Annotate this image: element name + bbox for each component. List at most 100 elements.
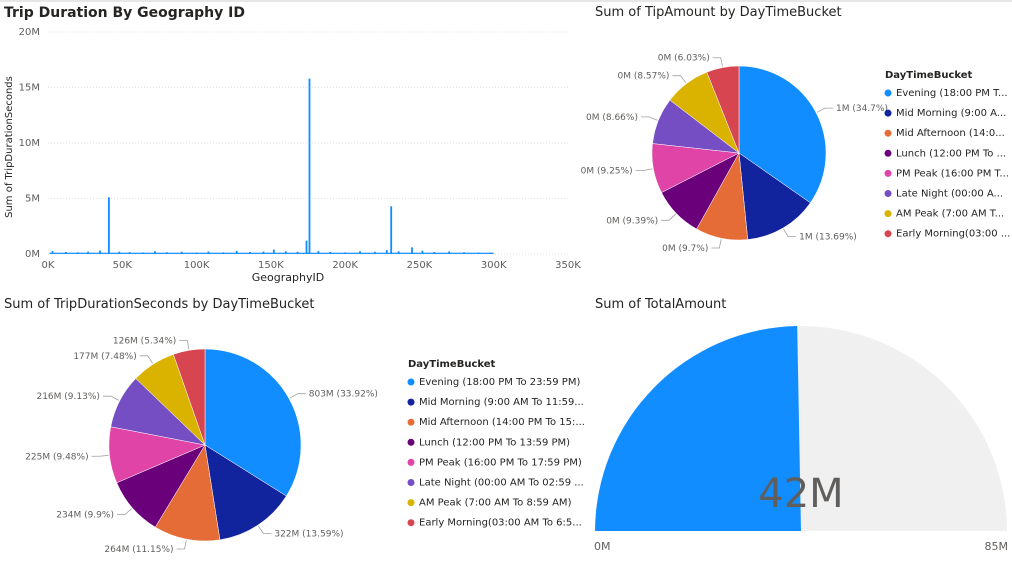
data-label: 225M (9.48%): [25, 452, 88, 462]
leader-line: [661, 213, 676, 221]
data-bar: [180, 251, 183, 254]
legend-item: Lunch (12:00 PM To ...: [896, 148, 1006, 159]
leader-line: [816, 107, 834, 113]
leader-line: [711, 239, 722, 249]
data-bar: [477, 252, 480, 254]
data-bar: [308, 78, 311, 255]
legend-item: Late Night (00:00 AM To 02:59 ...: [419, 478, 584, 489]
legend-marker: [884, 190, 892, 197]
x-tick-label: 250K: [407, 260, 433, 271]
legend-marker: [884, 230, 892, 238]
legend-marker: [407, 499, 415, 507]
legend-marker: [407, 418, 415, 426]
data-label: 264M (11.15%): [104, 545, 173, 555]
data-bar: [463, 252, 465, 254]
data-label: 0M (9.39%): [606, 216, 658, 226]
y-tick-label: 5M: [25, 194, 40, 205]
data-bar: [272, 249, 275, 254]
gauge-value: 42M: [758, 471, 843, 517]
legend-item: AM Peak (7:00 AM To 8:59 AM): [419, 498, 572, 509]
y-axis-label: Sum of TripDurationSeconds: [4, 76, 15, 218]
data-bar: [344, 252, 347, 254]
total-amount-gauge: 42M 0M 85M: [590, 326, 1012, 571]
leader-line: [712, 57, 723, 67]
data-bar: [249, 252, 251, 254]
data-bar: [222, 252, 225, 254]
data-label: 322M (13.59%): [274, 529, 343, 539]
x-tick-label: 200K: [332, 260, 358, 271]
data-label: 0M (8.57%): [617, 72, 669, 82]
data-bar: [195, 252, 198, 254]
data-bar: [421, 250, 424, 254]
legend-item: Mid Morning (9:00 A...: [896, 108, 1006, 119]
x-axis-label: GeographyID: [252, 271, 324, 284]
leader-line: [289, 393, 306, 399]
data-label: 177M (7.48%): [73, 352, 136, 362]
legend-item: Mid Afternoon (14:00 PM To 15:...: [419, 417, 585, 428]
trip-seconds-visual[interactable]: Sum of TripDurationSeconds by DayTimeBuc…: [0, 292, 585, 572]
leader-line: [179, 340, 190, 350]
legend-marker: [407, 479, 415, 486]
data-label: 126M (5.34%): [113, 336, 176, 346]
legend-item: Early Morning(03:00 AM To 6:5...: [419, 518, 582, 529]
data-bar: [433, 252, 436, 254]
data-bar: [489, 252, 492, 254]
legend-title: DayTimeBucket: [408, 359, 496, 370]
leader-line: [783, 228, 797, 238]
legend-marker: [884, 129, 892, 137]
x-tick-label: 50K: [113, 260, 133, 271]
data-label: 234M (9.9%): [56, 511, 114, 521]
legend-item: PM Peak (16:00 PM T...: [896, 168, 1009, 179]
legend-marker: [884, 169, 892, 177]
data-label: 803M (33.92%): [309, 390, 378, 400]
y-tick-label: 20M: [19, 27, 40, 38]
data-bar: [284, 251, 287, 254]
data-bar: [359, 251, 361, 254]
leader-line: [102, 395, 120, 401]
x-tick-label: 350K: [555, 260, 581, 271]
gauge-max-label: 85M: [985, 540, 1009, 553]
leader-line: [672, 75, 687, 84]
legend-marker: [407, 458, 415, 466]
y-tick-label: 10M: [19, 138, 40, 149]
leader-line: [139, 355, 153, 364]
x-tick-label: 150K: [258, 260, 284, 271]
leader-line: [91, 454, 109, 457]
legend-marker: [884, 109, 892, 117]
legend-item: Mid Morning (9:00 AM To 11:59...: [419, 397, 584, 408]
legend-marker: [407, 398, 415, 406]
legend-item: Mid Afternoon (14:0...: [896, 128, 1005, 139]
data-bar: [296, 251, 299, 254]
legend-item: Late Night (00:00 A...: [896, 189, 1003, 200]
baseline-bars: [49, 252, 494, 254]
leader-line: [176, 540, 187, 550]
trip-seconds-pie: 803M (33.92%) 322M (13.59%) 264M (11.15%) 2…: [25, 336, 585, 555]
data-bar: [108, 197, 110, 254]
leader-line: [258, 525, 272, 534]
x-tick-label: 100K: [184, 260, 210, 271]
leader-line: [635, 168, 653, 171]
trip-duration-visual[interactable]: Trip Duration By Geography ID 0M 5M 10M 15M…: [0, 0, 581, 290]
legend-item: Early Morning(03:00 ...: [896, 229, 1010, 240]
data-bar: [411, 247, 413, 254]
data-bar: [142, 252, 144, 254]
data-bar: [235, 250, 238, 254]
data-bar: [305, 240, 308, 254]
data-bar: [64, 252, 67, 254]
data-bar: [118, 251, 121, 254]
y-tick-label: 0M: [25, 249, 40, 260]
data-bar: [165, 252, 168, 254]
tip-amount-visual[interactable]: Sum of TipAmount by DayTimeBucket 1M (34…: [581, 0, 1012, 290]
total-amount-visual[interactable]: Sum of TotalAmount 42M 0M 85M: [590, 292, 1012, 572]
legend-marker: [407, 438, 415, 446]
data-label: 0M (9.7%): [662, 244, 708, 254]
data-bar: [397, 251, 400, 254]
legend-item: PM Peak (16:00 PM To 17:59 PM): [419, 457, 582, 468]
data-label: 0M (9.25%): [581, 167, 633, 177]
tip-amount-pie: 1M (34.7%) 1M (13.69%) 0M (9.7%) 0M (9.39%)…: [581, 54, 1011, 254]
data-bar: [99, 250, 101, 254]
data-bar: [87, 251, 90, 254]
data-bar: [262, 251, 265, 254]
legend-marker: [884, 149, 892, 157]
data-label: 1M (13.69%): [799, 233, 857, 243]
